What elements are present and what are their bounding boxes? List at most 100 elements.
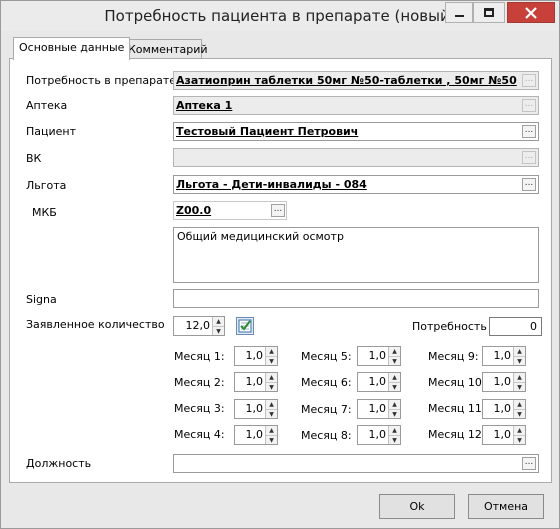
patient-label: Пациент bbox=[26, 125, 77, 138]
cancel-button[interactable]: Отмена bbox=[468, 494, 544, 519]
position-ellipsis-button[interactable]: ... bbox=[522, 457, 536, 470]
need-value: Азатиоприн таблетки 50мг №50-таблетки , … bbox=[176, 74, 517, 87]
position-field[interactable]: ... bbox=[173, 454, 539, 473]
close-icon bbox=[525, 6, 537, 19]
vk-field[interactable]: ... bbox=[173, 148, 539, 167]
spin-arrows-icon[interactable]: ▲ ▼ bbox=[513, 400, 525, 418]
spin-arrows-icon[interactable]: ▲ ▼ bbox=[212, 317, 224, 335]
ok-button[interactable]: Ok bbox=[379, 494, 455, 519]
signa-label: Signa bbox=[26, 293, 57, 306]
vk-label: ВК bbox=[26, 152, 42, 165]
position-label: Должность bbox=[26, 457, 92, 470]
spin-arrows-icon[interactable]: ▲ ▼ bbox=[388, 347, 400, 365]
mkb-value: Z00.0 bbox=[176, 204, 212, 217]
month-spin[interactable]: 1,0 ▲ ▼ bbox=[234, 372, 278, 392]
month-spin[interactable]: 1,0 ▲ ▼ bbox=[357, 346, 401, 366]
month-value: 1,0 bbox=[245, 349, 264, 362]
month-spin[interactable]: 1,0 ▲ ▼ bbox=[482, 346, 526, 366]
spin-arrows-icon[interactable]: ▲ ▼ bbox=[388, 426, 400, 444]
calculator-check-icon bbox=[238, 319, 252, 333]
patient-field[interactable]: Тестовый Пациент Петрович ... bbox=[173, 122, 539, 141]
month-spin[interactable]: 1,0 ▲ ▼ bbox=[482, 425, 526, 445]
close-button[interactable] bbox=[507, 2, 555, 23]
mkb-description-memo[interactable]: Общий медицинский осмотр bbox=[173, 227, 539, 283]
spin-arrows-icon[interactable]: ▲ ▼ bbox=[388, 400, 400, 418]
month-spin[interactable]: 1,0 ▲ ▼ bbox=[357, 425, 401, 445]
month-label: Месяц 9: bbox=[428, 350, 479, 363]
spin-arrows-icon[interactable]: ▲ ▼ bbox=[388, 373, 400, 391]
need-label: Потребность в препарате bbox=[26, 74, 177, 87]
spin-arrows-icon[interactable]: ▲ ▼ bbox=[265, 347, 277, 365]
need-qty-field[interactable]: 0 bbox=[489, 317, 542, 336]
month-value: 1,0 bbox=[245, 375, 264, 388]
month-value: 1,0 bbox=[368, 428, 387, 441]
need-ellipsis-button[interactable]: ... bbox=[522, 74, 536, 87]
month-label: Месяц 7: bbox=[301, 403, 352, 416]
month-label: Месяц 4: bbox=[174, 428, 225, 441]
month-label: Месяц 12: bbox=[428, 428, 486, 441]
benefit-ellipsis-button[interactable]: ... bbox=[522, 178, 536, 191]
tab-main-data[interactable]: Основные данные bbox=[13, 37, 131, 60]
spin-arrows-icon[interactable]: ▲ ▼ bbox=[265, 426, 277, 444]
tab-comment[interactable]: Комментарий bbox=[122, 39, 208, 59]
main-data-panel: Потребность в препарате Азатиоприн табле… bbox=[9, 58, 552, 483]
month-spin[interactable]: 1,0 ▲ ▼ bbox=[482, 372, 526, 392]
month-spin[interactable]: 1,0 ▲ ▼ bbox=[357, 399, 401, 419]
vk-ellipsis-button[interactable]: ... bbox=[522, 151, 536, 164]
pharmacy-ellipsis-button[interactable]: ... bbox=[522, 99, 536, 112]
spin-arrows-icon[interactable]: ▲ ▼ bbox=[513, 347, 525, 365]
month-value: 1,0 bbox=[493, 428, 512, 441]
pharmacy-value: Аптека 1 bbox=[176, 99, 233, 112]
month-label: Месяц 2: bbox=[174, 376, 225, 389]
month-value: 1,0 bbox=[493, 349, 512, 362]
patient-ellipsis-button[interactable]: ... bbox=[522, 125, 536, 138]
declared-spin[interactable]: 12,0 ▲ ▼ bbox=[173, 316, 225, 336]
month-value: 1,0 bbox=[368, 349, 387, 362]
declared-label: Заявленное количество bbox=[26, 318, 165, 331]
month-spin[interactable]: 1,0 ▲ ▼ bbox=[234, 346, 278, 366]
benefit-value: Льгота - Дети-инвалиды - 084 bbox=[176, 178, 367, 191]
minimize-icon bbox=[454, 14, 464, 17]
benefit-field[interactable]: Льгота - Дети-инвалиды - 084 ... bbox=[173, 175, 539, 194]
declared-value: 12,0 bbox=[185, 319, 211, 332]
signa-field[interactable] bbox=[173, 289, 539, 308]
mkb-field[interactable]: Z00.0 ... bbox=[173, 201, 287, 220]
mkb-description: Общий медицинский осмотр bbox=[177, 230, 344, 243]
month-value: 1,0 bbox=[368, 402, 387, 415]
spin-arrows-icon[interactable]: ▲ ▼ bbox=[513, 426, 525, 444]
month-spin[interactable]: 1,0 ▲ ▼ bbox=[234, 425, 278, 445]
month-value: 1,0 bbox=[493, 402, 512, 415]
maximize-icon bbox=[484, 8, 494, 17]
dialog-window: Потребность пациента в препарате (новый)… bbox=[0, 0, 560, 529]
patient-value: Тестовый Пациент Петрович bbox=[176, 125, 359, 138]
spin-arrows-icon[interactable]: ▲ ▼ bbox=[265, 400, 277, 418]
month-label: Месяц 10: bbox=[428, 376, 486, 389]
pharmacy-label: Аптека bbox=[26, 99, 68, 112]
month-value: 1,0 bbox=[493, 375, 512, 388]
month-label: Месяц 11: bbox=[428, 402, 486, 415]
month-value: 1,0 bbox=[368, 375, 387, 388]
month-value: 1,0 bbox=[245, 428, 264, 441]
month-label: Месяц 5: bbox=[301, 350, 352, 363]
calculate-button[interactable] bbox=[236, 317, 254, 335]
mkb-label: МКБ bbox=[32, 206, 57, 219]
title-bar: Потребность пациента в препарате (новый) bbox=[1, 1, 559, 31]
pharmacy-field[interactable]: Аптека 1 ... bbox=[173, 96, 539, 115]
need-qty-value: 0 bbox=[530, 320, 537, 333]
month-value: 1,0 bbox=[245, 402, 264, 415]
mkb-ellipsis-button[interactable]: ... bbox=[271, 204, 285, 217]
month-label: Месяц 1: bbox=[174, 350, 225, 363]
spin-arrows-icon[interactable]: ▲ ▼ bbox=[265, 373, 277, 391]
month-label: Месяц 8: bbox=[301, 429, 352, 442]
month-spin[interactable]: 1,0 ▲ ▼ bbox=[482, 399, 526, 419]
benefit-label: Льгота bbox=[26, 179, 67, 192]
spin-arrows-icon[interactable]: ▲ ▼ bbox=[513, 373, 525, 391]
month-spin[interactable]: 1,0 ▲ ▼ bbox=[357, 372, 401, 392]
month-spin[interactable]: 1,0 ▲ ▼ bbox=[234, 399, 278, 419]
month-label: Месяц 6: bbox=[301, 376, 352, 389]
minimize-button[interactable] bbox=[445, 2, 473, 23]
maximize-button[interactable] bbox=[473, 2, 505, 23]
need-qty-label: Потребность bbox=[412, 320, 487, 333]
month-label: Месяц 3: bbox=[174, 402, 225, 415]
need-field[interactable]: Азатиоприн таблетки 50мг №50-таблетки , … bbox=[173, 71, 539, 90]
